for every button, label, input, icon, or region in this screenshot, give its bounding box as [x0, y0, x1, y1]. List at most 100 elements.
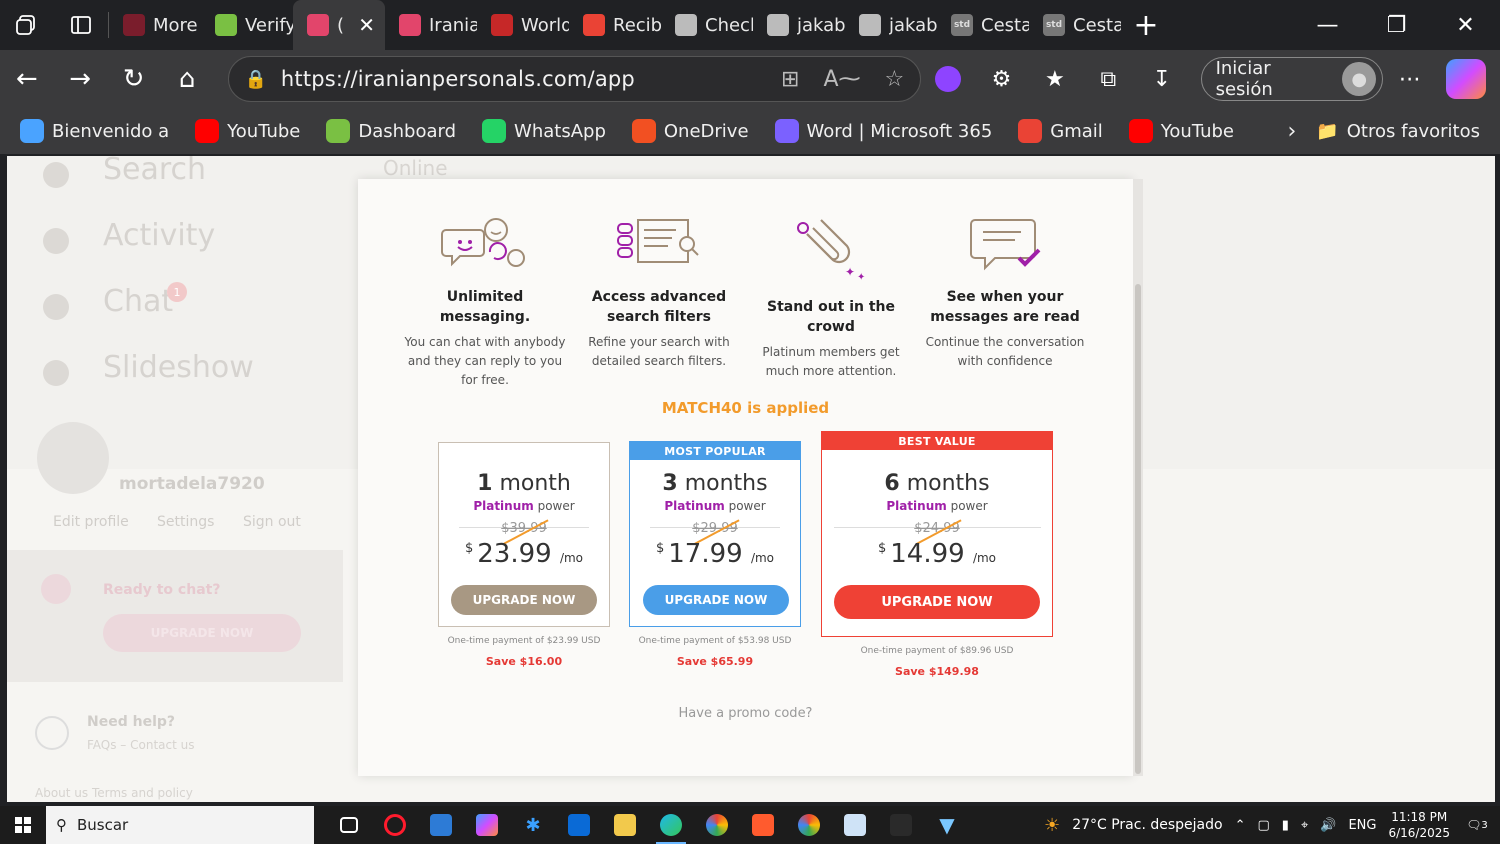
favorite-item[interactable]: Bienvenido a: [20, 119, 169, 143]
browser-tab[interactable]: Recib: [569, 0, 661, 50]
restore-icon[interactable]: ❐: [1362, 0, 1431, 50]
extensions-icon[interactable]: ⚙: [975, 52, 1028, 106]
copilot-app-icon[interactable]: [464, 806, 510, 844]
favorite-item[interactable]: OneDrive: [631, 119, 749, 143]
browser-tab[interactable]: World: [477, 0, 569, 50]
chevron-right-icon[interactable]: ›: [1288, 119, 1297, 144]
browser-tab[interactable]: std Cesta: [937, 0, 1029, 50]
upgrade-now-button[interactable]: UPGRADE NOW: [834, 585, 1040, 619]
favorite-label: OneDrive: [663, 120, 749, 142]
sidebar-upgrade-button[interactable]: UPGRADE NOW: [103, 614, 301, 652]
edit-profile-link[interactable]: Edit profile: [53, 514, 129, 530]
browser-tab[interactable]: Irania: [385, 0, 477, 50]
browser-tab[interactable]: (✕: [293, 0, 385, 50]
weather-text[interactable]: 27°C Prac. despejado: [1072, 817, 1222, 833]
upgrade-now-button[interactable]: UPGRADE NOW: [643, 585, 789, 615]
favorite-item[interactable]: Word | Microsoft 365: [774, 119, 992, 143]
language-indicator[interactable]: ENG: [1348, 818, 1376, 833]
plan-card-1-month[interactable]: 1 month Platinum power $39.99 $23.99 /mo…: [438, 442, 610, 627]
footer-links[interactable]: About us Terms and policy: [35, 786, 193, 800]
browser-tab[interactable]: jakab: [753, 0, 845, 50]
refresh-icon[interactable]: ↻: [107, 52, 160, 106]
settings-link[interactable]: Settings: [157, 514, 214, 530]
brave-icon[interactable]: [740, 806, 786, 844]
chevron-up-icon[interactable]: ⌃: [1235, 818, 1246, 833]
edge-icon[interactable]: [648, 806, 694, 844]
favorite-item[interactable]: YouTube: [1128, 119, 1234, 143]
vpn-icon[interactable]: ▼: [924, 806, 970, 844]
battery-icon[interactable]: ▮: [1282, 818, 1289, 833]
weather-icon[interactable]: ☀: [1044, 815, 1060, 836]
tray-app-icon[interactable]: ▢: [1257, 818, 1269, 833]
favorite-item[interactable]: Dashboard: [326, 119, 456, 143]
favorite-item[interactable]: Gmail: [1018, 119, 1103, 143]
plan-card-6-months[interactable]: BEST VALUE 6 months Platinum power $24.9…: [821, 431, 1053, 637]
scrollbar-thumb[interactable]: [1135, 284, 1141, 774]
forward-icon[interactable]: →: [53, 52, 106, 106]
volume-icon[interactable]: 🔊: [1320, 818, 1336, 833]
new-tab-button[interactable]: +: [1121, 0, 1171, 50]
downloads-icon[interactable]: ↧: [1135, 52, 1188, 106]
close-tab-icon[interactable]: ✕: [358, 13, 375, 37]
notifications-icon[interactable]: 🗨 3: [1462, 812, 1492, 838]
favorite-item[interactable]: WhatsApp: [482, 119, 606, 143]
signin-button[interactable]: Iniciar sesión ●: [1200, 57, 1383, 101]
address-bar[interactable]: 🔒 https://iranianpersonals.com/app ⊞ A⁓ …: [227, 56, 922, 102]
bluetooth-icon[interactable]: ✱: [510, 806, 556, 844]
sign-out-link[interactable]: Sign out: [243, 514, 301, 530]
minimize-icon[interactable]: —: [1293, 0, 1362, 50]
faq-link[interactable]: FAQs – Contact us: [87, 738, 194, 752]
calculator-icon[interactable]: [418, 806, 464, 844]
home-icon[interactable]: ⌂: [160, 52, 213, 106]
app-window-icon[interactable]: [832, 806, 878, 844]
wifi-icon[interactable]: ⌖: [1301, 818, 1308, 833]
chrome-profile-icon[interactable]: [694, 806, 740, 844]
payment-note: One-time payment of $53.98 USD: [638, 636, 792, 646]
lock-icon[interactable]: 🔒: [245, 69, 267, 90]
collections-icon[interactable]: ⧉: [1082, 52, 1135, 106]
dark-app-icon[interactable]: [878, 806, 924, 844]
extension-purple-icon[interactable]: [921, 52, 974, 106]
sidebar-item-slideshow[interactable]: Slideshow: [103, 350, 254, 385]
opera-icon[interactable]: [372, 806, 418, 844]
browser-tab[interactable]: jakab: [845, 0, 937, 50]
file-explorer-icon[interactable]: [602, 806, 648, 844]
tab-actions-icon[interactable]: [54, 0, 108, 50]
favorite-item[interactable]: YouTube: [195, 119, 300, 143]
feature-desc: Refine your search with detailed search …: [588, 335, 730, 368]
browser-tab[interactable]: std Cesta: [1029, 0, 1121, 50]
favorites-icon[interactable]: ★: [1028, 52, 1081, 106]
outlook-icon[interactable]: [556, 806, 602, 844]
sidebar-item-search[interactable]: Search: [103, 156, 206, 187]
favorites-overflow: › 📁 Otros favoritos: [1288, 119, 1500, 144]
back-icon[interactable]: ←: [0, 52, 53, 106]
upgrade-now-button[interactable]: UPGRADE NOW: [451, 585, 597, 615]
close-window-icon[interactable]: ✕: [1431, 0, 1500, 50]
modal-scrollbar[interactable]: [1133, 179, 1143, 776]
copilot-icon[interactable]: [1446, 59, 1487, 99]
clock[interactable]: 11:18 PM 6/16/2025: [1388, 809, 1450, 841]
chrome-icon[interactable]: [786, 806, 832, 844]
feature-stand-out: ✦ ✦ Stand out in the crowd Platinum memb…: [746, 205, 916, 381]
url-text[interactable]: https://iranianpersonals.com/app: [281, 67, 635, 91]
favorite-star-icon[interactable]: ☆: [885, 67, 905, 92]
browser-tab[interactable]: More: [109, 0, 201, 50]
tab-label: Cesta: [1073, 14, 1121, 36]
app-available-icon[interactable]: ⊞: [781, 67, 799, 92]
start-button[interactable]: [0, 806, 46, 844]
avatar[interactable]: [37, 422, 109, 494]
youtube-icon: [195, 119, 220, 143]
browser-tab[interactable]: Check: [661, 0, 753, 50]
plan-card-3-months[interactable]: MOST POPULAR 3 months Platinum power $29…: [629, 441, 801, 627]
workspaces-icon[interactable]: [0, 0, 54, 50]
more-menu-icon[interactable]: ⋯: [1383, 52, 1436, 106]
task-view-icon[interactable]: [326, 806, 372, 844]
taskbar-search[interactable]: ⚲ Buscar: [46, 806, 314, 844]
promo-code-link[interactable]: Have a promo code?: [358, 706, 1133, 721]
browser-tab[interactable]: Verify: [201, 0, 293, 50]
other-favorites[interactable]: 📁 Otros favoritos: [1316, 121, 1480, 142]
youtube-icon: [1128, 119, 1153, 143]
sidebar-item-chat[interactable]: Chat: [103, 284, 173, 319]
sidebar-item-activity[interactable]: Activity: [103, 218, 215, 253]
read-aloud-icon[interactable]: A⁓: [823, 67, 860, 92]
